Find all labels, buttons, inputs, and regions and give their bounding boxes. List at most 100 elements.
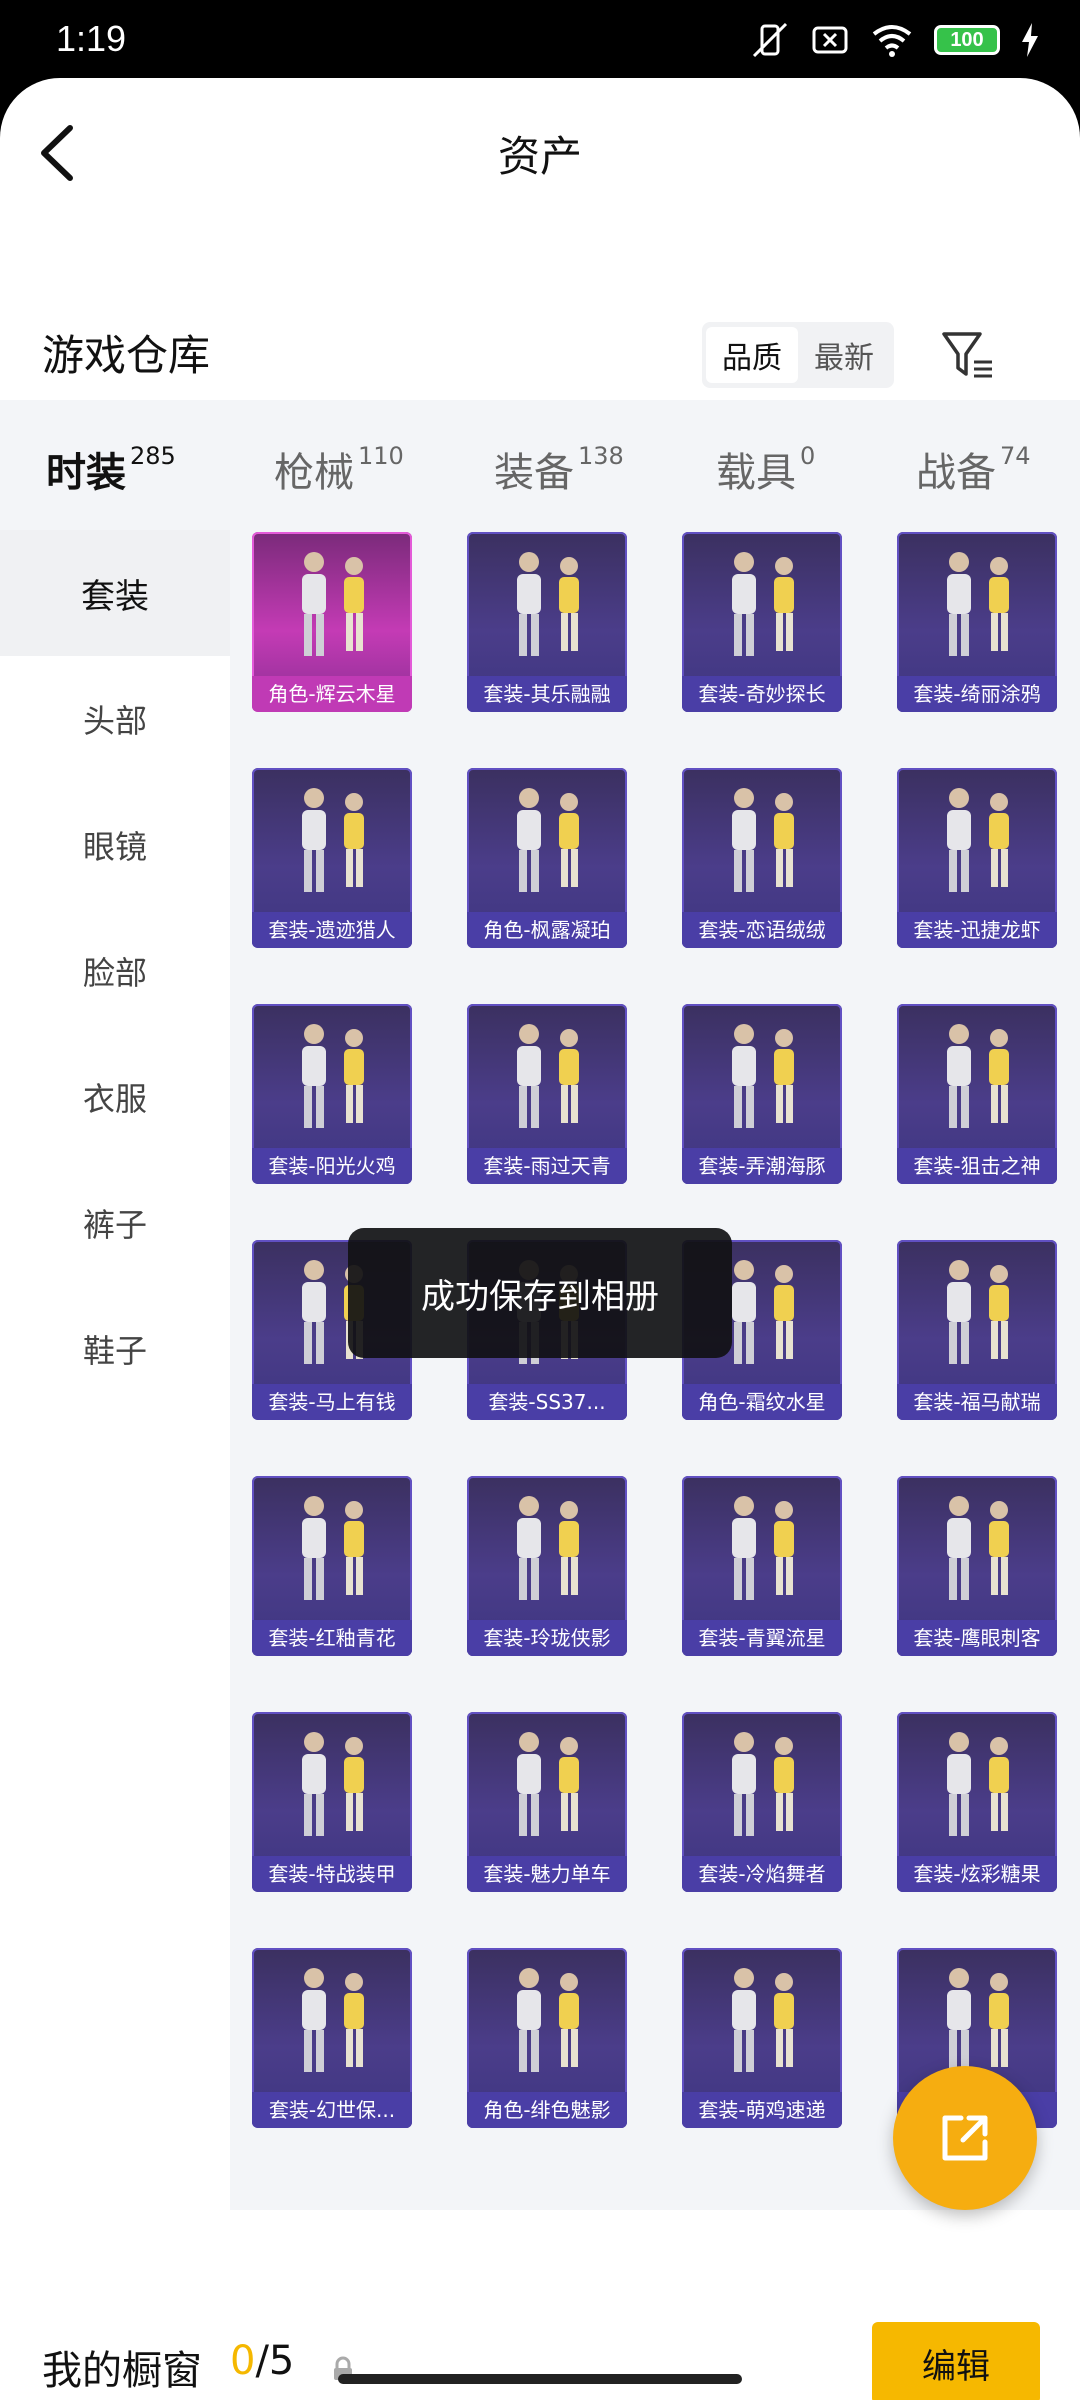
- item-label: 套装-福马献瑞: [897, 1384, 1057, 1420]
- item-label: 套装-萌鸡速递: [682, 2092, 842, 2128]
- charging-icon: [1022, 23, 1038, 57]
- outfit-figure-icon: [517, 552, 579, 656]
- top-bar: 资产: [0, 78, 1080, 228]
- sidebar-item-clothes[interactable]: 衣服: [0, 1034, 230, 1160]
- item-card[interactable]: 角色-枫露凝珀: [467, 768, 627, 948]
- outfit-figure-icon: [517, 788, 579, 892]
- wifi-icon: [872, 25, 912, 57]
- battery-level: 100: [950, 28, 984, 51]
- item-card[interactable]: 套装-福马献瑞: [897, 1240, 1057, 1420]
- status-icons: 100: [750, 20, 1040, 60]
- tab-count: 74: [1000, 442, 1031, 470]
- tab-count: 0: [800, 442, 816, 470]
- warehouse-header: 游戏仓库 品质 最新: [0, 300, 1080, 400]
- sidebar-item-glasses[interactable]: 眼镜: [0, 782, 230, 908]
- item-card[interactable]: 套装-恋语绒绒: [682, 768, 842, 948]
- tab-equipment[interactable]: 装备 138: [494, 440, 624, 498]
- item-card[interactable]: 套装-阳光火鸡: [252, 1004, 412, 1184]
- item-label: 套装-特战装甲: [252, 1856, 412, 1892]
- item-label: 套装-恋语绒绒: [682, 912, 842, 948]
- item-card[interactable]: 套装-狙击之神: [897, 1004, 1057, 1184]
- item-card[interactable]: 角色-辉云木星: [252, 532, 412, 712]
- content-area: 套装 头部 眼镜 脸部 衣服 裤子 鞋子 角色-辉云木星 套装-其乐融融 套装-奇妙…: [0, 530, 1080, 2210]
- section-title: 游戏仓库: [42, 331, 211, 380]
- sidebar-item-shoes[interactable]: 鞋子: [0, 1286, 230, 1412]
- outfit-figure-icon: [732, 1968, 794, 2072]
- item-card[interactable]: 角色-绯色魅影: [467, 1948, 627, 2128]
- outfit-figure-icon: [947, 788, 1009, 892]
- item-card[interactable]: 套装-魅力单车: [467, 1712, 627, 1892]
- item-card[interactable]: 套装-炫彩糖果: [897, 1712, 1057, 1892]
- outfit-figure-icon: [302, 1024, 364, 1128]
- outfit-figure-icon: [302, 1732, 364, 1836]
- item-card[interactable]: 套装-玲珑侠影: [467, 1476, 627, 1656]
- outfit-figure-icon: [517, 1968, 579, 2072]
- item-label: 套装-红釉青花: [252, 1620, 412, 1656]
- item-card[interactable]: 套装-鹰眼刺客: [897, 1476, 1057, 1656]
- item-label: 套装-阳光火鸡: [252, 1148, 412, 1184]
- tab-label: 战备: [916, 450, 996, 496]
- item-label: 套装-弄潮海豚: [682, 1148, 842, 1184]
- tab-label: 载具: [716, 450, 796, 496]
- subcategory-sidebar: 套装 头部 眼镜 脸部 衣服 裤子 鞋子: [0, 530, 230, 2210]
- showcase-count: 0/5: [230, 2338, 294, 2384]
- item-card[interactable]: 套装-奇妙探长: [682, 532, 842, 712]
- item-label: 套装-冷焰舞者: [682, 1856, 842, 1892]
- item-card[interactable]: 套装-雨过天青: [467, 1004, 627, 1184]
- toast-message: 成功保存到相册: [348, 1228, 732, 1358]
- item-card[interactable]: 套装-红釉青花: [252, 1476, 412, 1656]
- showcase-count-current: 0: [230, 2338, 256, 2384]
- item-label: 角色-辉云木星: [252, 676, 412, 712]
- tab-fashion[interactable]: 时装 285: [46, 440, 176, 498]
- outfit-figure-icon: [302, 788, 364, 892]
- share-button[interactable]: [893, 2066, 1037, 2210]
- tab-firearms[interactable]: 枪械 110: [274, 440, 404, 498]
- tab-label: 时装: [46, 450, 126, 496]
- status-bar: 1:19 100: [0, 0, 1080, 80]
- outfit-figure-icon: [732, 1496, 794, 1600]
- tab-supplies[interactable]: 战备 74: [916, 440, 1031, 498]
- item-card[interactable]: 套装-绮丽涂鸦: [897, 532, 1057, 712]
- outfit-figure-icon: [517, 1732, 579, 1836]
- sort-newest-button[interactable]: 最新: [798, 327, 890, 383]
- item-label: 套装-其乐融融: [467, 676, 627, 712]
- edit-button[interactable]: 编辑: [872, 2322, 1040, 2400]
- sidebar-item-face[interactable]: 脸部: [0, 908, 230, 1034]
- sidebar-item-pants[interactable]: 裤子: [0, 1160, 230, 1286]
- outfit-figure-icon: [732, 552, 794, 656]
- tab-vehicles[interactable]: 载具 0: [716, 440, 815, 498]
- mute-vibrate-icon: [752, 22, 788, 58]
- item-card[interactable]: 套装-幻世保...: [252, 1948, 412, 2128]
- showcase-title: 我的橱窗: [42, 2348, 202, 2394]
- sidebar-item-head[interactable]: 头部: [0, 656, 230, 782]
- outfit-figure-icon: [517, 1024, 579, 1128]
- item-card[interactable]: 套装-迅捷龙虾: [897, 768, 1057, 948]
- outfit-figure-icon: [947, 1496, 1009, 1600]
- status-time: 1:19: [56, 18, 127, 59]
- item-card[interactable]: 套装-特战装甲: [252, 1712, 412, 1892]
- item-label: 套装-青翼流星: [682, 1620, 842, 1656]
- page-title: 资产: [497, 132, 582, 181]
- item-label: 套装-马上有钱: [252, 1384, 412, 1420]
- item-card[interactable]: 套装-其乐融融: [467, 532, 627, 712]
- showcase-count-total: /5: [255, 2338, 295, 2384]
- tab-count: 138: [578, 442, 624, 470]
- item-card[interactable]: 套装-冷焰舞者: [682, 1712, 842, 1892]
- item-label: 套装-玲珑侠影: [467, 1620, 627, 1656]
- item-grid: 角色-辉云木星 套装-其乐融融 套装-奇妙探长 套装-绮丽涂鸦套装-遗迹猎人 角色-枫露…: [230, 530, 1080, 2210]
- tab-count: 285: [130, 442, 176, 470]
- outfit-figure-icon: [732, 1024, 794, 1128]
- outfit-figure-icon: [732, 788, 794, 892]
- item-label: 套装-遗迹猎人: [252, 912, 412, 948]
- item-card[interactable]: 套装-青翼流星: [682, 1476, 842, 1656]
- tab-label: 枪械: [274, 450, 354, 496]
- sidebar-item-outfit[interactable]: 套装: [0, 530, 230, 656]
- item-card[interactable]: 套装-萌鸡速递: [682, 1948, 842, 2128]
- item-card[interactable]: 套装-遗迹猎人: [252, 768, 412, 948]
- share-icon: [942, 2115, 988, 2161]
- sort-quality-button[interactable]: 品质: [706, 327, 798, 383]
- item-label: 套装-SS37...: [467, 1384, 627, 1420]
- outfit-figure-icon: [517, 1496, 579, 1600]
- item-card[interactable]: 套装-弄潮海豚: [682, 1004, 842, 1184]
- filter-icon[interactable]: [940, 328, 996, 384]
